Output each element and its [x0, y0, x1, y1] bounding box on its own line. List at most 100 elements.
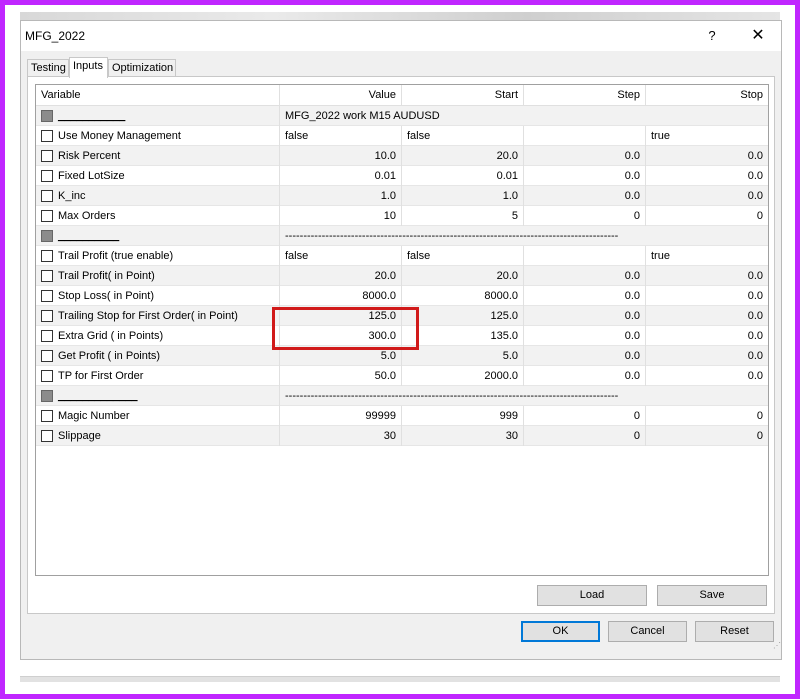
- step-cell[interactable]: 0.0: [524, 186, 646, 206]
- header-stop[interactable]: Stop: [646, 85, 768, 106]
- variable-name: ___________: [36, 106, 280, 126]
- step-cell[interactable]: 0: [524, 426, 646, 446]
- value-cell[interactable]: 0.01: [280, 166, 402, 186]
- resize-grip-icon[interactable]: ⋰: [773, 641, 781, 650]
- title-bar: MFG_2022 ? ✕: [21, 21, 781, 51]
- start-cell[interactable]: 999: [402, 406, 524, 426]
- value-cell[interactable]: 50.0: [280, 366, 402, 386]
- start-cell[interactable]: 30: [402, 426, 524, 446]
- step-cell[interactable]: 0.0: [524, 366, 646, 386]
- value-cell[interactable]: 10: [280, 206, 402, 226]
- stop-cell[interactable]: 0.0: [646, 366, 768, 386]
- variable-name: Use Money Management: [36, 126, 280, 146]
- load-button[interactable]: Load: [537, 585, 647, 606]
- variable-name: TP for First Order: [36, 366, 280, 386]
- start-cell[interactable]: 2000.0: [402, 366, 524, 386]
- table-row[interactable]: TP for First Order 50.0 2000.0 0.0 0.0: [36, 366, 768, 386]
- stop-cell[interactable]: 0.0: [646, 306, 768, 326]
- step-cell[interactable]: 0: [524, 406, 646, 426]
- table-row[interactable]: Risk Percent 10.0 20.0 0.0 0.0: [36, 146, 768, 166]
- start-cell[interactable]: 5: [402, 206, 524, 226]
- variable-name: __________: [36, 226, 280, 246]
- start-cell[interactable]: 125.0: [402, 306, 524, 326]
- stop-cell[interactable]: 0: [646, 206, 768, 226]
- step-cell[interactable]: 0: [524, 206, 646, 226]
- step-cell[interactable]: 0.0: [524, 286, 646, 306]
- close-button[interactable]: ✕: [743, 25, 773, 47]
- help-button[interactable]: ?: [697, 25, 727, 47]
- table-row[interactable]: Max Orders 10 5 0 0: [36, 206, 768, 226]
- value-cell[interactable]: false: [280, 126, 402, 146]
- separator-text: MFG_2022 work M15 AUDUSD: [285, 110, 440, 122]
- variable-name: Extra Grid ( in Points): [36, 326, 280, 346]
- background-window-strip-bottom: [20, 676, 780, 682]
- stop-cell[interactable]: 0.0: [646, 146, 768, 166]
- stop-cell[interactable]: true: [646, 246, 768, 266]
- start-cell[interactable]: 5.0: [402, 346, 524, 366]
- step-cell[interactable]: 0.0: [524, 266, 646, 286]
- stop-cell[interactable]: 0.0: [646, 266, 768, 286]
- variable-name: Magic Number: [36, 406, 280, 426]
- separator-text: ----------------------------------------…: [285, 390, 619, 402]
- table-row[interactable]: Stop Loss( in Point) 8000.0 8000.0 0.0 0.0: [36, 286, 768, 306]
- start-cell[interactable]: false: [402, 246, 524, 266]
- header-variable[interactable]: Variable: [36, 85, 280, 106]
- separator-row[interactable]: __________ ------------------------------…: [36, 226, 768, 246]
- value-cell[interactable]: 30: [280, 426, 402, 446]
- start-cell[interactable]: 135.0: [402, 326, 524, 346]
- start-cell[interactable]: 0.01: [402, 166, 524, 186]
- step-cell[interactable]: 0.0: [524, 306, 646, 326]
- separator-row[interactable]: ___________ MFG_2022 work M15 AUDUSD: [36, 106, 768, 126]
- variable-name: Trail Profit (true enable): [36, 246, 280, 266]
- step-cell[interactable]: 0.0: [524, 346, 646, 366]
- stop-cell[interactable]: 0: [646, 426, 768, 446]
- variable-name: K_inc: [36, 186, 280, 206]
- tab-optimization[interactable]: Optimization: [108, 59, 176, 77]
- table-row[interactable]: Magic Number 99999 999 0 0: [36, 406, 768, 426]
- separator-row[interactable]: _____________ ---------------------------…: [36, 386, 768, 406]
- stop-cell[interactable]: 0.0: [646, 166, 768, 186]
- stop-cell[interactable]: 0.0: [646, 346, 768, 366]
- value-cell[interactable]: 8000.0: [280, 286, 402, 306]
- start-cell[interactable]: false: [402, 126, 524, 146]
- table-row[interactable]: Trail Profit (true enable) false false true: [36, 246, 768, 266]
- value-cell[interactable]: 10.0: [280, 146, 402, 166]
- ok-button[interactable]: OK: [521, 621, 600, 642]
- variable-name: Max Orders: [36, 206, 280, 226]
- start-cell[interactable]: 1.0: [402, 186, 524, 206]
- table-row[interactable]: Fixed LotSize 0.01 0.01 0.0 0.0: [36, 166, 768, 186]
- variable-name: _____________: [36, 386, 280, 406]
- tab-testing[interactable]: Testing: [27, 59, 69, 77]
- parameters-grid[interactable]: Variable Value Start Step Stop _________…: [35, 84, 769, 576]
- step-cell[interactable]: [524, 246, 646, 266]
- stop-cell[interactable]: 0: [646, 406, 768, 426]
- table-row[interactable]: Slippage 30 30 0 0: [36, 426, 768, 446]
- value-cell[interactable]: 1.0: [280, 186, 402, 206]
- stop-cell[interactable]: 0.0: [646, 326, 768, 346]
- stop-cell[interactable]: 0.0: [646, 286, 768, 306]
- variable-name: Fixed LotSize: [36, 166, 280, 186]
- header-start[interactable]: Start: [402, 85, 524, 106]
- start-cell[interactable]: 20.0: [402, 266, 524, 286]
- start-cell[interactable]: 20.0: [402, 146, 524, 166]
- value-cell[interactable]: 99999: [280, 406, 402, 426]
- step-cell[interactable]: 0.0: [524, 146, 646, 166]
- stop-cell[interactable]: 0.0: [646, 186, 768, 206]
- value-cell[interactable]: 20.0: [280, 266, 402, 286]
- cancel-button[interactable]: Cancel: [608, 621, 687, 642]
- highlight-annotation-box: [272, 307, 419, 350]
- table-row[interactable]: Trail Profit( in Point) 20.0 20.0 0.0 0.0: [36, 266, 768, 286]
- step-cell[interactable]: 0.0: [524, 166, 646, 186]
- tab-inputs[interactable]: Inputs: [69, 57, 108, 78]
- table-row[interactable]: K_inc 1.0 1.0 0.0 0.0: [36, 186, 768, 206]
- table-row[interactable]: Use Money Management false false true: [36, 126, 768, 146]
- header-value[interactable]: Value: [280, 85, 402, 106]
- header-step[interactable]: Step: [524, 85, 646, 106]
- stop-cell[interactable]: true: [646, 126, 768, 146]
- value-cell[interactable]: false: [280, 246, 402, 266]
- step-cell[interactable]: 0.0: [524, 326, 646, 346]
- start-cell[interactable]: 8000.0: [402, 286, 524, 306]
- step-cell[interactable]: [524, 126, 646, 146]
- save-button[interactable]: Save: [657, 585, 767, 606]
- reset-button[interactable]: Reset: [695, 621, 774, 642]
